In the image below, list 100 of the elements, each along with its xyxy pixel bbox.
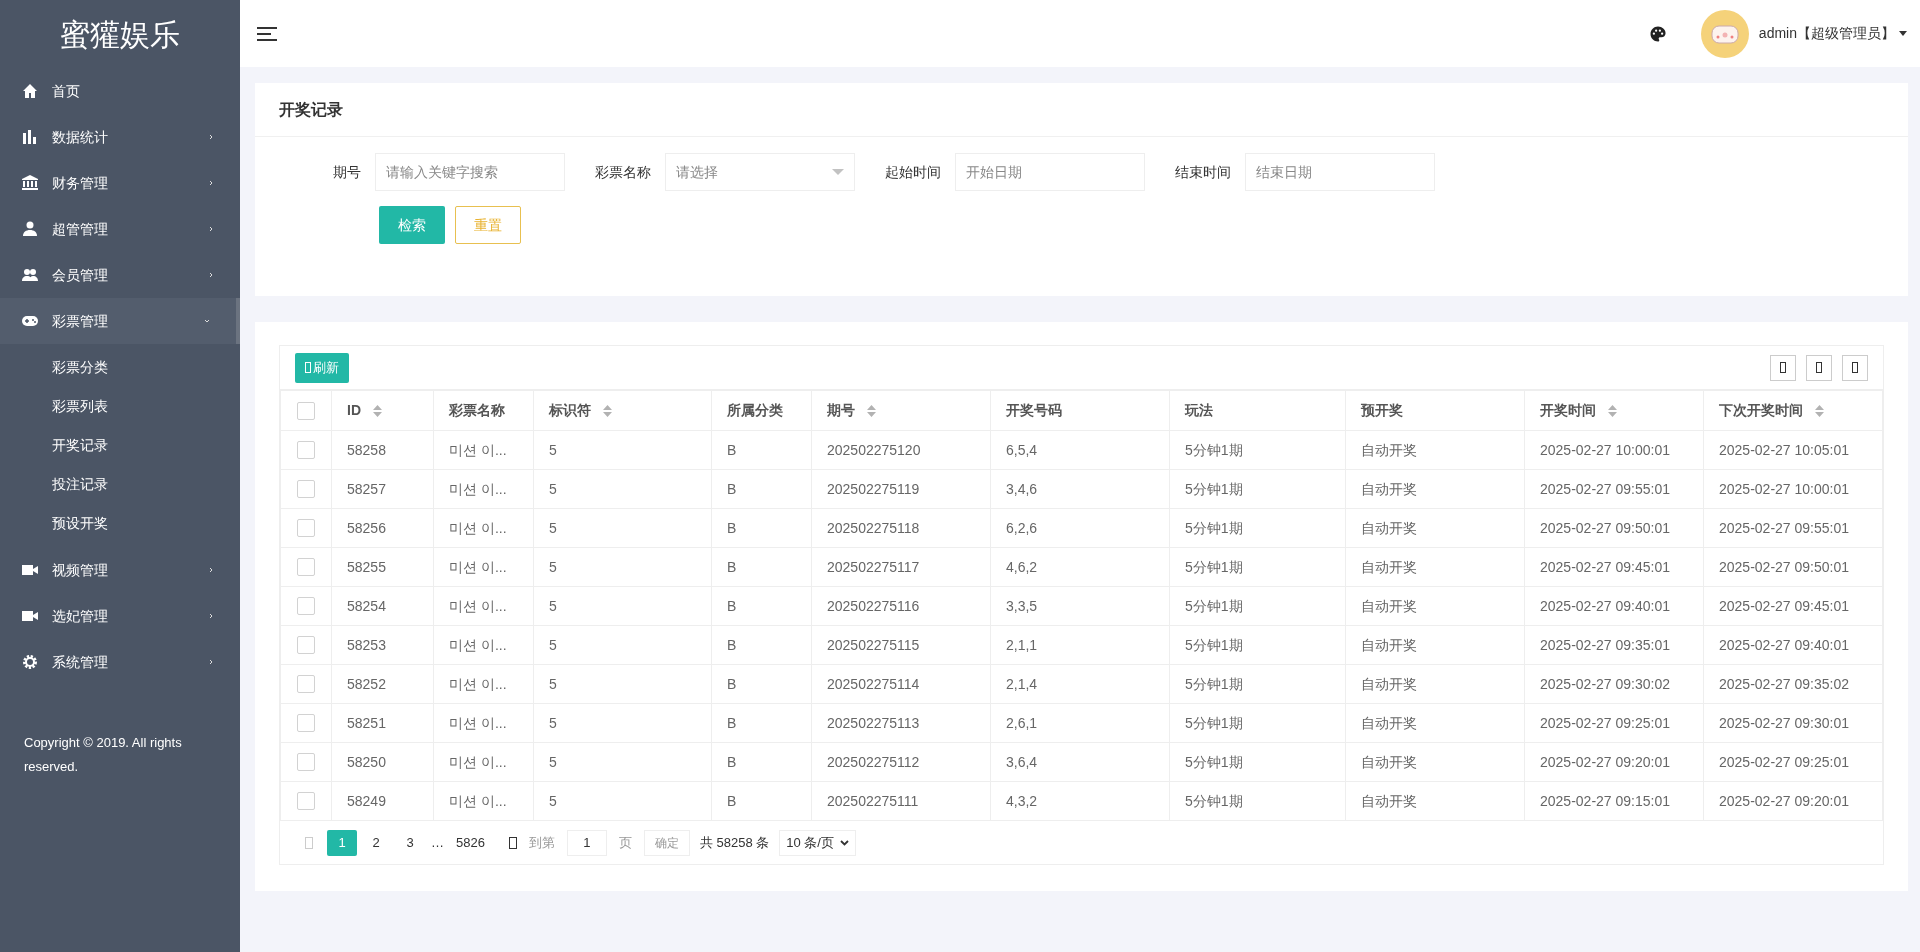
table-cell: 2025-02-27 09:30:01 xyxy=(1719,714,1849,731)
table-cell: 58255 xyxy=(347,558,386,575)
row-checkbox[interactable] xyxy=(297,597,315,615)
chevron-down-icon xyxy=(840,839,849,846)
table-cell: 202502275118 xyxy=(827,519,920,536)
column-header[interactable]: 玩法 xyxy=(1185,400,1213,421)
sort-icon[interactable] xyxy=(1608,404,1617,417)
table-cell: 5 xyxy=(549,675,557,692)
row-checkbox[interactable] xyxy=(297,441,315,459)
table-cell: 미션 이... xyxy=(449,675,507,692)
chevron-right-icon xyxy=(208,272,214,278)
ellipsis-text: … xyxy=(430,833,445,852)
input-field[interactable]: 请输入关键字搜索 xyxy=(375,153,565,191)
table-cell: 58249 xyxy=(347,792,386,809)
table-cell: 5 xyxy=(549,753,557,770)
table-cell: 2025-02-27 10:00:01 xyxy=(1540,441,1670,458)
table-cell: 5 xyxy=(549,480,557,497)
row-checkbox[interactable] xyxy=(297,792,315,810)
column-header[interactable]: ID xyxy=(347,400,361,421)
sidebar-item[interactable]: 首页 xyxy=(0,68,240,114)
row-checkbox[interactable] xyxy=(297,714,315,732)
table-cell: 202502275119 xyxy=(827,480,920,497)
bank-icon xyxy=(22,175,38,191)
glyph-icon xyxy=(305,362,311,373)
select-field[interactable]: 请选择 xyxy=(665,153,855,191)
table-cell: 5分钟1期 xyxy=(1185,792,1243,809)
sidebar-item[interactable]: 彩票管理 xyxy=(0,298,240,344)
table-cell: 2,1,4 xyxy=(1006,675,1038,692)
sidebar-item[interactable]: 超管管理 xyxy=(0,206,240,252)
table-cell: B xyxy=(727,441,737,458)
caret-icon[interactable] xyxy=(1899,31,1907,36)
page-button[interactable]: 3 xyxy=(395,829,425,856)
user-icon xyxy=(22,221,38,237)
sort-icon[interactable] xyxy=(1815,404,1824,417)
table-cell: 自动开奖 xyxy=(1361,753,1417,770)
row-checkbox[interactable] xyxy=(297,675,315,693)
submenu-item[interactable]: 开奖记录 xyxy=(0,426,240,465)
sidebar-item[interactable]: 会员管理 xyxy=(0,252,240,298)
table-cell: 202502275112 xyxy=(827,753,920,770)
chevron-right-icon xyxy=(208,134,214,140)
glyph-icon xyxy=(1852,362,1858,373)
sidebar-item[interactable]: 财务管理 xyxy=(0,160,240,206)
input-field[interactable]: 开始日期 xyxy=(955,153,1145,191)
export-button[interactable] xyxy=(1806,354,1832,381)
chevron-right-icon xyxy=(208,613,214,619)
column-header[interactable]: 期号 xyxy=(827,400,855,421)
table-cell: 4,3,2 xyxy=(1006,792,1038,809)
table-cell: 미션 이... xyxy=(449,636,507,653)
filter-columns-button[interactable] xyxy=(1770,354,1796,381)
table-cell: 미션 이... xyxy=(449,792,507,809)
select-all-checkbox[interactable] xyxy=(297,401,315,420)
submenu-item[interactable]: 彩票分类 xyxy=(0,348,240,387)
sidebar-item[interactable]: 数据统计 xyxy=(0,114,240,160)
table-cell: 2025-02-27 09:45:01 xyxy=(1719,597,1849,614)
chevron-right-icon xyxy=(208,567,214,573)
table-cell: 2025-02-27 09:55:01 xyxy=(1719,519,1849,536)
sidebar-item[interactable]: 系统管理 xyxy=(0,639,240,685)
table-cell: 2025-02-27 09:35:01 xyxy=(1540,636,1670,653)
row-checkbox[interactable] xyxy=(297,636,315,654)
submenu-item[interactable]: 彩票列表 xyxy=(0,387,240,426)
print-button[interactable] xyxy=(1842,354,1868,381)
table-cell: 202502275117 xyxy=(827,558,920,575)
page-button[interactable]: 5826 xyxy=(450,829,491,856)
row-checkbox[interactable] xyxy=(297,519,315,537)
column-header[interactable]: 开奖时间 xyxy=(1540,400,1596,421)
table-cell: 5 xyxy=(549,441,557,458)
menu-icon[interactable] xyxy=(256,25,278,42)
sort-icon[interactable] xyxy=(867,404,876,417)
table-cell: 202502275111 xyxy=(827,792,919,809)
table-cell: 3,4,6 xyxy=(1006,480,1038,497)
page-size-select[interactable]: 10 条/页 xyxy=(779,829,856,856)
table-cell: 3,3,5 xyxy=(1006,597,1038,614)
table-cell: 2025-02-27 10:00:01 xyxy=(1719,480,1849,497)
palette-icon[interactable] xyxy=(1648,24,1667,43)
column-header[interactable]: 预开奖 xyxy=(1361,400,1403,421)
field-label: 彩票名称 xyxy=(594,162,652,182)
sort-icon[interactable] xyxy=(373,404,382,417)
chevron-right-icon xyxy=(208,226,214,232)
row-checkbox[interactable] xyxy=(297,753,315,771)
table-cell: 2025-02-27 09:20:01 xyxy=(1719,792,1849,809)
sidebar-item[interactable]: 选妃管理 xyxy=(0,593,240,639)
page-input[interactable]: 1 xyxy=(566,829,607,856)
column-header[interactable]: 标识符 xyxy=(549,400,591,421)
user-name[interactable]: admin【超级管理员】 xyxy=(1758,23,1895,44)
page-button[interactable]: 2 xyxy=(361,829,391,856)
submenu-item[interactable]: 预设开奖 xyxy=(0,504,240,543)
sort-icon[interactable] xyxy=(603,404,612,417)
glyph-icon[interactable] xyxy=(508,836,517,849)
table-cell: 5 xyxy=(549,597,557,614)
submenu-item[interactable]: 投注记录 xyxy=(0,465,240,504)
column-header[interactable]: 开奖号码 xyxy=(1006,400,1062,421)
table-cell: 自动开奖 xyxy=(1361,675,1417,692)
table-cell: 自动开奖 xyxy=(1361,480,1417,497)
copyright-text: Copyright © 2019. All rights reserved. xyxy=(23,734,183,776)
table-cell: 5分钟1期 xyxy=(1185,675,1243,692)
row-checkbox[interactable] xyxy=(297,480,315,498)
goto-label: 到第 xyxy=(528,833,555,852)
sidebar-item[interactable]: 视频管理 xyxy=(0,547,240,593)
row-checkbox[interactable] xyxy=(297,558,315,576)
input-field[interactable]: 结束日期 xyxy=(1245,153,1435,191)
